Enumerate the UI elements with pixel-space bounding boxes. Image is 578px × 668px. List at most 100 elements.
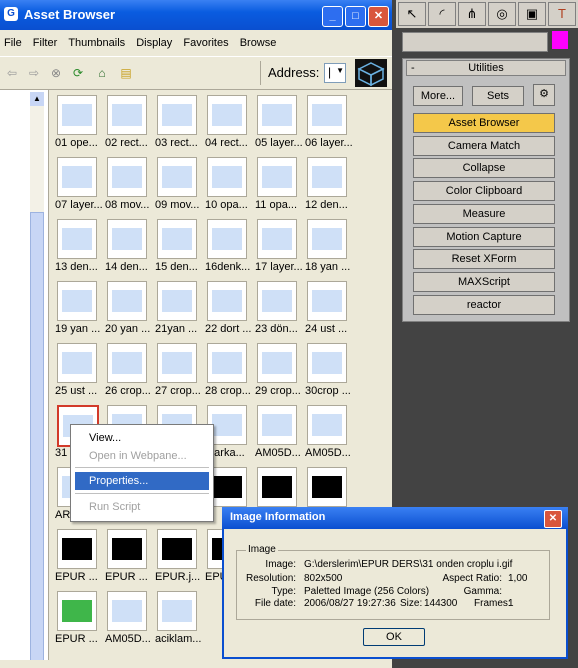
motion-capture-button[interactable]: Motion Capture xyxy=(413,227,555,247)
thumbnail-item[interactable]: 20 yan ... xyxy=(105,281,155,343)
reactor-button[interactable]: reactor xyxy=(413,295,555,315)
thumbnail-image xyxy=(307,405,347,445)
thumbnail-preview xyxy=(162,166,192,188)
menu-favorites[interactable]: Favorites xyxy=(179,34,232,52)
dialog-title-bar[interactable]: Image Information ✕ xyxy=(222,507,568,529)
thumbnail-preview xyxy=(212,476,242,498)
folder-up-icon[interactable]: ▤ xyxy=(118,65,134,81)
frames-label: Frames: xyxy=(474,598,511,609)
thumbnail-item[interactable]: AM05D... xyxy=(305,405,355,467)
thumbnail-item[interactable]: 23 dön... xyxy=(255,281,305,343)
thumbnail-preview xyxy=(212,290,242,312)
maxscript-button[interactable]: MAXScript xyxy=(413,272,555,292)
thumbnail-item[interactable]: 16denk... xyxy=(205,219,255,281)
close-button[interactable]: ✕ xyxy=(368,6,389,27)
thumbnail-item[interactable]: 12 den... xyxy=(305,157,355,219)
context-menu: View... Open in Webpane... Properties...… xyxy=(70,424,214,522)
menu-item-properties[interactable]: Properties... xyxy=(75,472,209,490)
utilities-tab-icon[interactable]: T xyxy=(548,2,576,26)
thumbnail-item[interactable]: 24 ust ... xyxy=(305,281,355,343)
menu-thumbnails[interactable]: Thumbnails xyxy=(64,34,129,52)
thumbnail-image xyxy=(307,95,347,135)
menu-file[interactable]: File xyxy=(0,34,26,52)
thumbnail-item[interactable]: 27 crop... xyxy=(155,343,205,405)
minimize-button[interactable]: _ xyxy=(322,6,343,27)
sets-button[interactable]: Sets xyxy=(472,86,524,106)
asset-browser-button[interactable]: Asset Browser xyxy=(413,113,555,133)
configure-sets-icon[interactable]: ⚙ xyxy=(533,84,555,106)
thumbnail-item[interactable]: 03 rect... xyxy=(155,95,205,157)
thumbnail-item[interactable]: 14 den... xyxy=(105,219,155,281)
thumbnail-item[interactable]: 30crop ... xyxy=(305,343,355,405)
motion-tab-icon[interactable]: ◎ xyxy=(488,2,516,26)
thumbnail-item[interactable]: 25 ust ... xyxy=(55,343,105,405)
thumbnail-item[interactable]: 19 yan ... xyxy=(55,281,105,343)
thumbnail-image xyxy=(107,529,147,569)
menu-item-run-script[interactable]: Run Script xyxy=(75,498,209,516)
thumbnail-item[interactable]: EPUR ... xyxy=(55,529,105,591)
type-label: Type: xyxy=(271,586,296,597)
close-icon[interactable]: ✕ xyxy=(544,510,562,528)
color-clipboard-button[interactable]: Color Clipboard xyxy=(413,181,555,201)
thumbnail-preview xyxy=(162,104,192,126)
thumbnail-item[interactable]: 26 crop... xyxy=(105,343,155,405)
thumbnail-item[interactable]: 05 layer... xyxy=(255,95,305,157)
thumbnail-item[interactable]: 17 layer... xyxy=(255,219,305,281)
modify-tab-icon[interactable]: ◜ xyxy=(428,2,456,26)
scroll-up-icon[interactable]: ▲ xyxy=(30,92,44,106)
thumbnail-item[interactable]: 02 rect... xyxy=(105,95,155,157)
thumbnail-item[interactable]: 13 den... xyxy=(55,219,105,281)
maximize-button[interactable]: □ xyxy=(345,6,366,27)
home-icon[interactable]: ⌂ xyxy=(94,65,110,81)
thumbnail-item[interactable]: 18 yan ... xyxy=(305,219,355,281)
thumbnail-item[interactable]: 28 crop... xyxy=(205,343,255,405)
address-dropdown[interactable]: | ▼ xyxy=(324,63,346,83)
thumbnail-preview xyxy=(262,228,292,250)
menu-display[interactable]: Display xyxy=(132,34,176,52)
thumbnail-item[interactable]: 06 layer... xyxy=(305,95,355,157)
measure-button[interactable]: Measure xyxy=(413,204,555,224)
collapse-button[interactable]: Collapse xyxy=(413,158,555,178)
back-icon[interactable]: ⇦ xyxy=(4,65,20,81)
hierarchy-tab-icon[interactable]: ⋔ xyxy=(458,2,486,26)
menu-separator xyxy=(75,493,209,494)
thumbnail-item[interactable]: 11 opa... xyxy=(255,157,305,219)
utilities-header[interactable]: - Utilities xyxy=(406,60,566,76)
thumbnail-item[interactable]: EPUR ... xyxy=(55,591,105,653)
color-swatch[interactable] xyxy=(552,31,568,49)
tree-scrollbar[interactable]: ▲ xyxy=(30,92,44,662)
forward-icon[interactable]: ⇨ xyxy=(26,65,42,81)
thumbnail-item[interactable]: AM05D... xyxy=(105,591,155,653)
thumbnail-item[interactable]: 15 den... xyxy=(155,219,205,281)
thumbnail-item[interactable]: 07 layer... xyxy=(55,157,105,219)
menu-browse[interactable]: Browse xyxy=(236,34,281,52)
thumbnail-item[interactable]: 09 mov... xyxy=(155,157,205,219)
camera-match-button[interactable]: Camera Match xyxy=(413,136,555,156)
menu-item-view[interactable]: View... xyxy=(75,429,209,447)
ok-button[interactable]: OK xyxy=(363,628,425,646)
thumbnail-item[interactable]: 29 crop... xyxy=(255,343,305,405)
title-bar[interactable]: G Asset Browser _ □ ✕ xyxy=(0,0,392,30)
thumbnail-item[interactable]: 10 opa... xyxy=(205,157,255,219)
thumbnail-item[interactable]: 22 dort ... xyxy=(205,281,255,343)
refresh-icon[interactable]: ⟳ xyxy=(70,65,86,81)
stop-icon[interactable]: ⊗ xyxy=(48,65,64,81)
thumbnail-item[interactable]: 01 ope... xyxy=(55,95,105,157)
display-tab-icon[interactable]: ▣ xyxy=(518,2,546,26)
thumbnail-caption: 12 den... xyxy=(305,199,348,211)
thumbnail-item[interactable]: 08 mov... xyxy=(105,157,155,219)
thumbnail-image xyxy=(157,219,197,259)
menu-item-open-webpane[interactable]: Open in Webpane... xyxy=(75,447,209,465)
create-tab-icon[interactable]: ↖ xyxy=(398,2,426,26)
menu-filter[interactable]: Filter xyxy=(29,34,61,52)
scrollbar-thumb[interactable] xyxy=(30,212,44,662)
thumbnail-item[interactable]: aciklam... xyxy=(155,591,205,653)
thumbnail-item[interactable]: 04 rect... xyxy=(205,95,255,157)
reset-xform-button[interactable]: Reset XForm xyxy=(413,249,555,269)
thumbnail-item[interactable]: EPUR.j... xyxy=(155,529,205,591)
object-name-field[interactable] xyxy=(402,32,548,52)
thumbnail-item[interactable]: EPUR ... xyxy=(105,529,155,591)
more-button[interactable]: More... xyxy=(413,86,463,106)
thumbnail-item[interactable]: AM05D... xyxy=(255,405,305,467)
thumbnail-item[interactable]: 21yan ... xyxy=(155,281,205,343)
